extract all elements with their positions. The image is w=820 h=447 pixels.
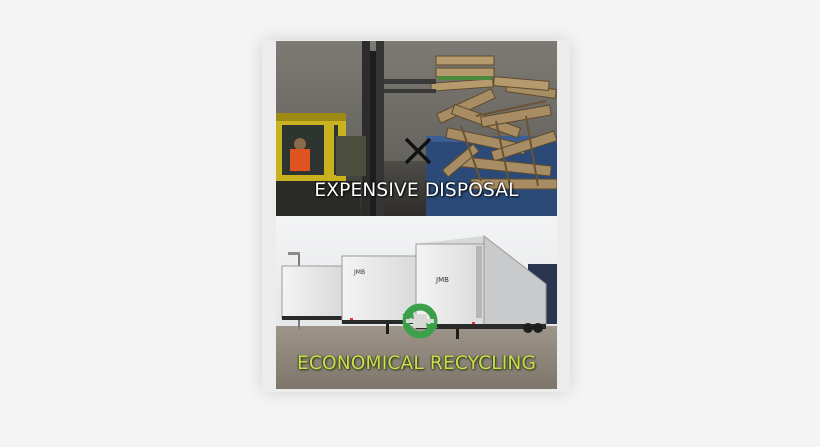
x-cross-icon [404,137,432,165]
trailer-marking: JMB [353,269,365,276]
recycling-caption: ECONOMICAL RECYCLING [296,353,537,374]
disposal-caption: EXPENSIVE DISPOSAL [314,180,519,201]
trailer-marking-near: JMB [435,276,449,284]
recycling-photo-panel: JMB JMB ECONOMICAL RECYCLING [276,216,557,389]
disposal-photo-panel: EXPENSIVE DISPOSAL [276,41,557,216]
recycle-arrows-icon [402,303,438,339]
